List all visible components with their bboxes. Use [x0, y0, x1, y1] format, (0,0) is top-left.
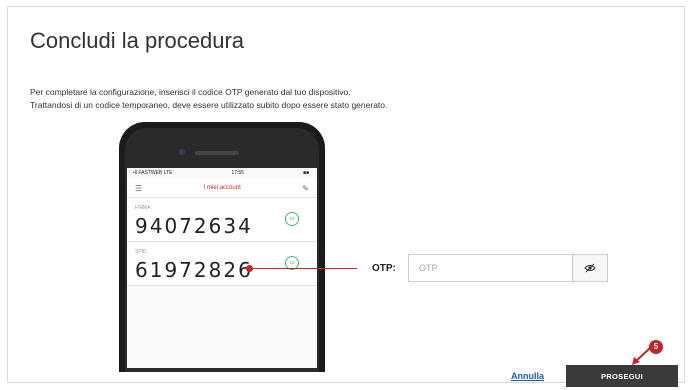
description-line-2: Trattandosi di un codice temporaneo, dev…: [30, 100, 388, 110]
dialog-frame: [7, 6, 685, 383]
phone-status-bar: •ll FASTWEB LTE 17:55 ■■: [127, 168, 317, 179]
proceed-button[interactable]: PROSEGUI: [566, 365, 678, 387]
otp-input[interactable]: [409, 255, 585, 281]
eye-icon[interactable]: [572, 255, 607, 281]
pencil-icon: ✎: [302, 183, 309, 193]
connector-line: [249, 268, 357, 269]
page-description: Per completare la configurazione, inseri…: [30, 86, 387, 112]
step-badge: 5: [649, 340, 663, 354]
otp-code: 94072634: [135, 214, 253, 238]
account-label: SPID: [135, 249, 147, 255]
page-title: Concludi la procedura: [30, 28, 245, 53]
app-bar-title: I miei account: [203, 185, 241, 191]
camera-icon: [179, 149, 185, 155]
status-carrier: •ll FASTWEB LTE: [133, 170, 173, 176]
account-card-firma: FIRMA 94072634 16: [127, 198, 317, 242]
list-icon: ☰: [135, 183, 143, 193]
otp-field: [408, 254, 608, 282]
battery-icon: ■■: [302, 170, 309, 176]
account-label: FIRMA: [135, 205, 151, 211]
description-line-1: Per completare la configurazione, inseri…: [30, 87, 351, 97]
cancel-link[interactable]: Annulla: [511, 371, 544, 381]
otp-label: OTP:: [372, 263, 396, 274]
otp-code: 61972826: [135, 258, 253, 282]
status-time: 17:55: [231, 170, 244, 176]
phone-app-bar: ☰ I miei account ✎: [127, 179, 317, 198]
eye-icon-glyph: [584, 263, 596, 273]
speaker-icon: [195, 151, 239, 155]
timer-icon: 16: [285, 212, 299, 226]
account-card-spid: SPID 61972826 16: [127, 242, 317, 286]
